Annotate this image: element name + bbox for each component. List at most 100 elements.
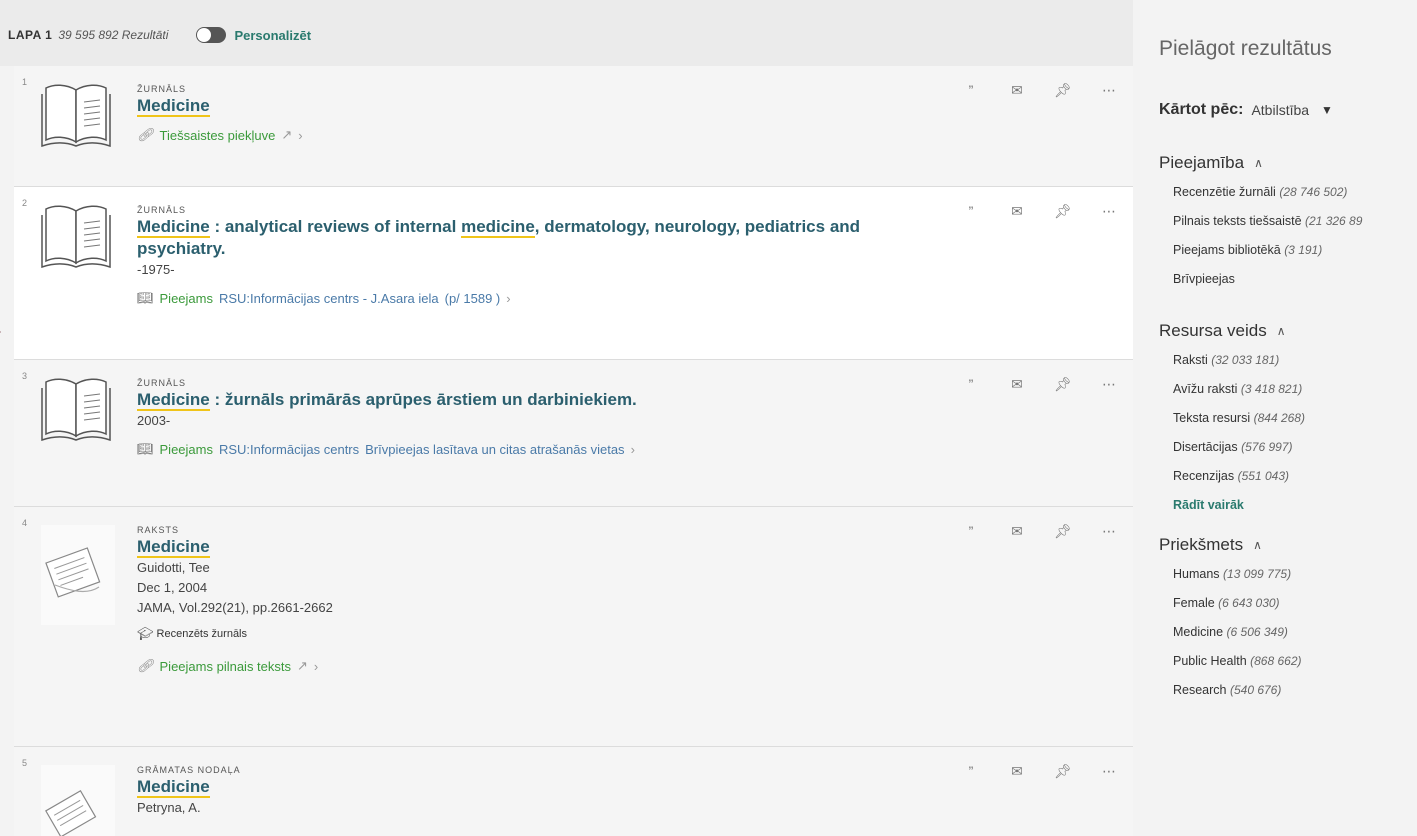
- title-highlight[interactable]: Medicine: [137, 217, 210, 238]
- quote-icon[interactable]: ”: [948, 761, 994, 781]
- quote-icon[interactable]: ”: [948, 374, 994, 394]
- article-thumbnail[interactable]: [41, 525, 115, 625]
- chevron-up-icon[interactable]: ∧: [1253, 538, 1262, 552]
- more-options-icon[interactable]: ⋯: [1086, 374, 1132, 394]
- personalize-label[interactable]: Personalizēt: [234, 28, 311, 43]
- more-options-icon[interactable]: ⋯: [1086, 80, 1132, 100]
- title-highlight[interactable]: Medicine: [137, 390, 210, 411]
- facet-availability-heading[interactable]: Pieejamība ∧: [1159, 153, 1417, 173]
- more-options-icon[interactable]: ⋯: [1086, 521, 1132, 541]
- availability-link[interactable]: 📖︎ Pieejams RSU:Informācijas centrs - J.…: [137, 290, 917, 306]
- facet-label[interactable]: Recenzijas: [1173, 469, 1234, 483]
- pin-icon[interactable]: 📌︎: [1040, 80, 1086, 100]
- facet-heading-label[interactable]: Priekšmets: [1159, 535, 1243, 555]
- facet-label[interactable]: Avīžu raksti: [1173, 382, 1237, 396]
- more-options-icon[interactable]: ⋯: [1086, 201, 1132, 221]
- title-text[interactable]: : žurnāls primārās aprūpes ārstiem un da…: [210, 390, 636, 409]
- title-text[interactable]: : analytical reviews of internal: [210, 217, 461, 236]
- email-icon[interactable]: ✉: [994, 80, 1040, 100]
- facet-subject-heading[interactable]: Priekšmets ∧: [1159, 535, 1417, 555]
- facet-item[interactable]: Pilnais teksts tiešsaistē (21 326 89: [1173, 214, 1417, 243]
- location-text[interactable]: RSU:Informācijas centrs: [219, 442, 359, 457]
- result-title[interactable]: Medicine: [137, 95, 917, 117]
- link-icon: 🔗︎: [137, 658, 154, 673]
- result-title[interactable]: Medicine : žurnāls primārās aprūpes ārst…: [137, 389, 917, 411]
- personalize-toggle[interactable]: [196, 27, 227, 43]
- title-highlight[interactable]: Medicine: [137, 537, 210, 558]
- sort-value[interactable]: Atbilstība: [1251, 102, 1309, 118]
- result-item[interactable]: 4 RAKSTS Medicine Guidotti, Tee Dec 1, 2…: [14, 507, 1133, 747]
- facet-label[interactable]: Female: [1173, 596, 1215, 610]
- result-title[interactable]: Medicine : analytical reviews of interna…: [137, 216, 917, 260]
- facet-heading-label[interactable]: Resursa veids: [1159, 321, 1267, 341]
- facet-item[interactable]: Pieejams bibliotēkā (3 191): [1173, 243, 1417, 272]
- pin-icon[interactable]: 📌︎: [1040, 201, 1086, 221]
- facet-heading-label[interactable]: Pieejamība: [1159, 153, 1244, 173]
- facet-item[interactable]: Research (540 676): [1173, 683, 1417, 712]
- result-item[interactable]: 3 ŽURNĀLS Medicine : žurnāls primārās ap…: [14, 360, 1133, 507]
- facet-item[interactable]: Recenzijas (551 043): [1173, 469, 1417, 498]
- online-access-link[interactable]: 🔗︎ Tiešsaistes piekļuve ↗ ›: [137, 127, 917, 143]
- quote-icon[interactable]: ”: [948, 80, 994, 100]
- email-icon[interactable]: ✉: [994, 374, 1040, 394]
- facet-label[interactable]: Humans: [1173, 567, 1220, 581]
- facet-label[interactable]: Brīvpieejas: [1173, 272, 1235, 286]
- facet-item[interactable]: Disertācijas (576 997): [1173, 440, 1417, 469]
- location-detail[interactable]: Brīvpieejas lasītava un citas atrašanās …: [365, 442, 624, 457]
- facet-resource-type-heading[interactable]: Resursa veids ∧: [1159, 321, 1417, 341]
- facet-label[interactable]: Public Health: [1173, 654, 1247, 668]
- result-title[interactable]: Medicine: [137, 536, 917, 558]
- facet-label[interactable]: Raksti: [1173, 353, 1208, 367]
- facet-label[interactable]: Research: [1173, 683, 1227, 697]
- result-item[interactable]: 2 ŽURNĀLS Medicine : analytical reviews …: [14, 187, 1133, 360]
- facet-label[interactable]: Teksta resursi: [1173, 411, 1250, 425]
- availability-link[interactable]: 📖︎ Pieejams RSU:Informācijas centrs Brīv…: [137, 441, 917, 457]
- result-author: Petryna, A.: [137, 800, 201, 815]
- pin-icon[interactable]: 📌︎: [1040, 761, 1086, 781]
- quote-icon[interactable]: ”: [948, 521, 994, 541]
- link-text[interactable]: Tiešsaistes piekļuve: [160, 128, 276, 143]
- title-highlight[interactable]: Medicine: [137, 96, 210, 117]
- facet-item[interactable]: Brīvpieejas: [1173, 272, 1417, 301]
- link-text[interactable]: Pieejams pilnais teksts: [160, 659, 292, 674]
- link-text[interactable]: Pieejams: [160, 442, 213, 457]
- pin-icon[interactable]: 📌︎: [1040, 374, 1086, 394]
- pin-icon[interactable]: 📌︎: [1040, 521, 1086, 541]
- facet-item[interactable]: Recenzētie žurnāli (28 746 502): [1173, 185, 1417, 214]
- result-title[interactable]: Medicine: [137, 776, 917, 798]
- facet-item[interactable]: Female (6 643 030): [1173, 596, 1417, 625]
- result-number: 3: [22, 371, 28, 381]
- facet-item[interactable]: Humans (13 099 775): [1173, 567, 1417, 596]
- facet-item[interactable]: Medicine (6 506 349): [1173, 625, 1417, 654]
- chevron-up-icon[interactable]: ∧: [1277, 324, 1286, 338]
- show-more-link[interactable]: Rādīt vairāk: [1173, 498, 1417, 527]
- full-text-link[interactable]: 🔗︎ Pieejams pilnais teksts ↗ ›: [137, 658, 917, 674]
- quote-icon[interactable]: ”: [948, 201, 994, 221]
- title-highlight[interactable]: medicine: [461, 217, 535, 238]
- facet-label[interactable]: Medicine: [1173, 625, 1223, 639]
- call-number[interactable]: (p/ 1589 ): [445, 291, 501, 306]
- facet-label[interactable]: Pilnais teksts tiešsaistē: [1173, 214, 1302, 228]
- facet-label[interactable]: Disertācijas: [1173, 440, 1238, 454]
- chapter-thumbnail[interactable]: [41, 765, 115, 836]
- link-text[interactable]: Pieejams: [160, 291, 213, 306]
- location-text[interactable]: RSU:Informācijas centrs - J.Asara iela: [219, 291, 439, 306]
- sort-control[interactable]: Kārtot pēc: Atbilstība ▼: [1159, 101, 1417, 119]
- title-highlight[interactable]: Medicine: [137, 777, 210, 798]
- facet-label[interactable]: Pieejams bibliotēkā: [1173, 243, 1281, 257]
- email-icon[interactable]: ✉: [994, 761, 1040, 781]
- facet-item[interactable]: Avīžu raksti (3 418 821): [1173, 382, 1417, 411]
- caret-down-icon[interactable]: ▼: [1321, 103, 1333, 117]
- facet-item[interactable]: Public Health (868 662): [1173, 654, 1417, 683]
- more-options-icon[interactable]: ⋯: [1086, 761, 1132, 781]
- facet-item[interactable]: Raksti (32 033 181): [1173, 353, 1417, 382]
- chevron-up-icon[interactable]: ∧: [1254, 156, 1263, 170]
- result-item[interactable]: 5 GRĀMATAS NODAĻA Medicine Petryna, A. ”…: [14, 747, 1133, 836]
- result-item[interactable]: 1 ŽURNĀLS Medicine 🔗︎ Tiešsaistes piekļu…: [14, 66, 1133, 187]
- facet-count: (868 662): [1250, 654, 1302, 668]
- facet-count: (6 506 349): [1226, 625, 1288, 639]
- facet-label[interactable]: Recenzētie žurnāli: [1173, 185, 1276, 199]
- facet-item[interactable]: Teksta resursi (844 268): [1173, 411, 1417, 440]
- email-icon[interactable]: ✉: [994, 521, 1040, 541]
- email-icon[interactable]: ✉: [994, 201, 1040, 221]
